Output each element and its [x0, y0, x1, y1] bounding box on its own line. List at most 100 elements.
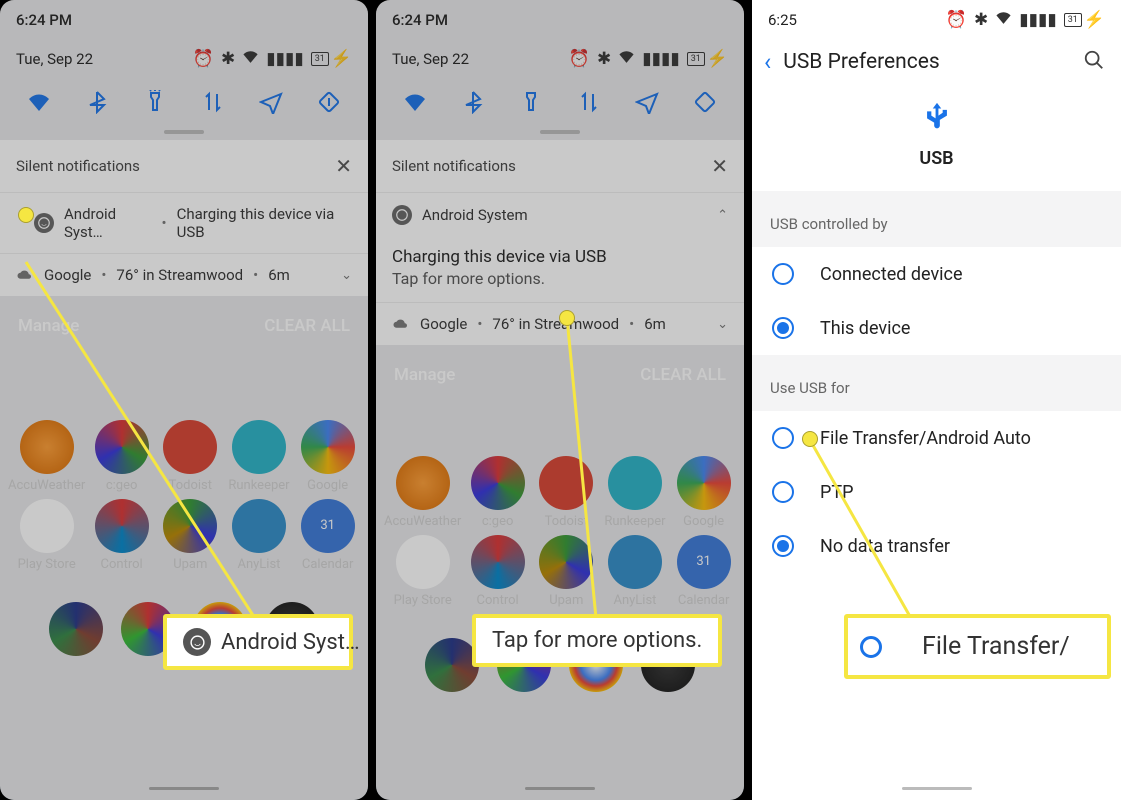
qs-airplane[interactable]	[633, 88, 661, 116]
clear-all-button[interactable]: CLEAR ALL	[264, 316, 350, 336]
callout-file-transfer: File Transfer/	[844, 614, 1111, 679]
notification-android-system-header[interactable]: Android System ⌃	[376, 192, 744, 237]
usb-header-block: USB	[752, 90, 1121, 191]
app-cgeo[interactable]: c:geo	[89, 420, 154, 493]
qs-data[interactable]	[575, 88, 603, 116]
qs-autorotate[interactable]	[315, 88, 343, 116]
qs-flashlight[interactable]	[141, 88, 169, 116]
app-upam[interactable]: Upam	[534, 535, 599, 608]
app-upam[interactable]: Upam	[158, 499, 223, 572]
app-control[interactable]: Control	[465, 535, 530, 608]
close-icon[interactable]: ✕	[711, 154, 728, 178]
android-system-icon	[183, 628, 211, 656]
close-icon[interactable]: ✕	[335, 154, 352, 178]
alarm-icon: ⏰	[569, 49, 590, 69]
radio-icon	[772, 427, 794, 449]
app-accuweather[interactable]: AccuWeather	[8, 420, 85, 493]
status-time: 6:24 PM	[16, 11, 72, 29]
search-icon[interactable]	[1083, 49, 1105, 75]
status-bar: 6:24 PM	[0, 0, 368, 40]
back-icon[interactable]: ‹	[764, 48, 771, 76]
battery-icon: 31⚡	[687, 49, 728, 69]
weather-provider: Google	[420, 315, 467, 333]
chevron-down-icon[interactable]: ⌄	[717, 317, 728, 332]
app-todoist[interactable]: Todoist	[158, 420, 223, 493]
wifi-icon	[618, 48, 635, 70]
status-icons: ⏰ ✱ ▮▮▮▮ 31⚡	[569, 48, 728, 70]
manage-button[interactable]: Manage	[394, 365, 455, 385]
drag-handle[interactable]	[164, 130, 204, 134]
app-playstore[interactable]: Play Store	[384, 535, 461, 608]
notification-weather[interactable]: Google • 76° in Streamwood • 6m ⌄	[0, 253, 368, 296]
screen-2-notification-expanded: 6:24 PM Tue, Sep 22 ⏰ ✱ ▮▮▮▮ 31⚡ Silent …	[376, 0, 744, 800]
quick-settings-row	[0, 70, 368, 130]
nav-indicator[interactable]	[149, 787, 219, 790]
weather-text: 76° in Streamwood	[492, 315, 619, 333]
date-row: Tue, Sep 22 ⏰ ✱ ▮▮▮▮ 31⚡	[376, 40, 744, 70]
app-google[interactable]: Google	[671, 456, 736, 529]
qs-wifi[interactable]	[401, 88, 429, 116]
screen-3-usb-preferences: 6:25 ⏰ ✱ ▮▮▮▮ 31⚡ ‹ USB Preferences USB …	[752, 0, 1121, 800]
section-use-usb-for: Use USB for	[752, 365, 1121, 411]
status-date: Tue, Sep 22	[16, 50, 93, 68]
signal-icon: ▮▮▮▮	[642, 49, 679, 69]
app-accuweather[interactable]: AccuWeather	[384, 456, 461, 529]
chevron-down-icon[interactable]: ⌄	[341, 268, 352, 283]
callout-text: Tap for more options.	[492, 628, 702, 653]
radio-icon	[772, 481, 794, 503]
app-google[interactable]: Google	[295, 420, 360, 493]
app-todoist[interactable]: Todoist	[534, 456, 599, 529]
qs-bluetooth[interactable]	[83, 88, 111, 116]
option-label: PTP	[820, 482, 853, 503]
qs-autorotate[interactable]	[691, 88, 719, 116]
weather-text: 76° in Streamwood	[116, 266, 243, 284]
android-system-icon	[34, 213, 54, 233]
notification-subtitle: Tap for more options.	[392, 269, 728, 288]
chevron-up-icon[interactable]: ⌃	[717, 208, 728, 223]
app-drawer-background: AccuWeather c:geo Todoist Runkeeper Goog…	[0, 396, 368, 800]
cloud-icon	[392, 317, 410, 331]
manage-button[interactable]: Manage	[18, 316, 79, 336]
qs-wifi[interactable]	[25, 88, 53, 116]
app-cgeo[interactable]: c:geo	[465, 456, 530, 529]
notification-android-system[interactable]: Android Syst… • Charging this device via…	[0, 192, 368, 253]
notification-android-system-body[interactable]: Charging this device via USB Tap for mor…	[376, 237, 744, 302]
nav-indicator[interactable]	[525, 787, 595, 790]
app-calendar[interactable]: 31Calendar	[295, 499, 360, 572]
highlight-dot	[18, 207, 34, 223]
page-title: USB Preferences	[783, 50, 1071, 74]
option-ptp[interactable]: PTP	[752, 465, 1121, 519]
app-anylist[interactable]: AnyList	[227, 499, 292, 572]
quick-settings-row	[376, 70, 744, 130]
status-bar: 6:25 ⏰ ✱ ▮▮▮▮ 31⚡	[752, 0, 1121, 40]
weather-time: 6m	[268, 266, 290, 284]
app-anylist[interactable]: AnyList	[603, 535, 668, 608]
option-label: Connected device	[820, 264, 963, 285]
qs-flashlight[interactable]	[517, 88, 545, 116]
alarm-icon: ⏰	[193, 49, 214, 69]
app-runkeeper[interactable]: Runkeeper	[227, 420, 292, 493]
radio-icon	[860, 636, 882, 658]
app-control[interactable]: Control	[89, 499, 154, 572]
app-calendar[interactable]: 31Calendar	[671, 535, 736, 608]
qs-bluetooth[interactable]	[459, 88, 487, 116]
option-file-transfer[interactable]: File Transfer/Android Auto	[752, 411, 1121, 465]
silent-notifications-card: Silent notifications ✕ Android Syst… • C…	[0, 140, 368, 296]
app-runkeeper[interactable]: Runkeeper	[603, 456, 668, 529]
clear-all-button[interactable]: CLEAR ALL	[640, 365, 726, 385]
option-connected-device[interactable]: Connected device	[752, 247, 1121, 301]
folder-1[interactable]	[49, 602, 103, 656]
cloud-icon	[16, 268, 34, 282]
qs-airplane[interactable]	[257, 88, 285, 116]
page-header: ‹ USB Preferences	[752, 40, 1121, 90]
drag-handle[interactable]	[540, 130, 580, 134]
qs-data[interactable]	[199, 88, 227, 116]
nav-indicator[interactable]	[902, 787, 972, 790]
signal-icon: ▮▮▮▮	[266, 49, 303, 69]
notification-weather[interactable]: Google • 76° in Streamwood • 6m ⌄	[376, 302, 744, 345]
option-this-device[interactable]: This device	[752, 301, 1121, 355]
folder-1[interactable]	[425, 638, 479, 692]
app-playstore[interactable]: Play Store	[8, 499, 85, 572]
status-bar: 6:24 PM	[376, 0, 744, 40]
option-no-data-transfer[interactable]: No data transfer	[752, 519, 1121, 573]
